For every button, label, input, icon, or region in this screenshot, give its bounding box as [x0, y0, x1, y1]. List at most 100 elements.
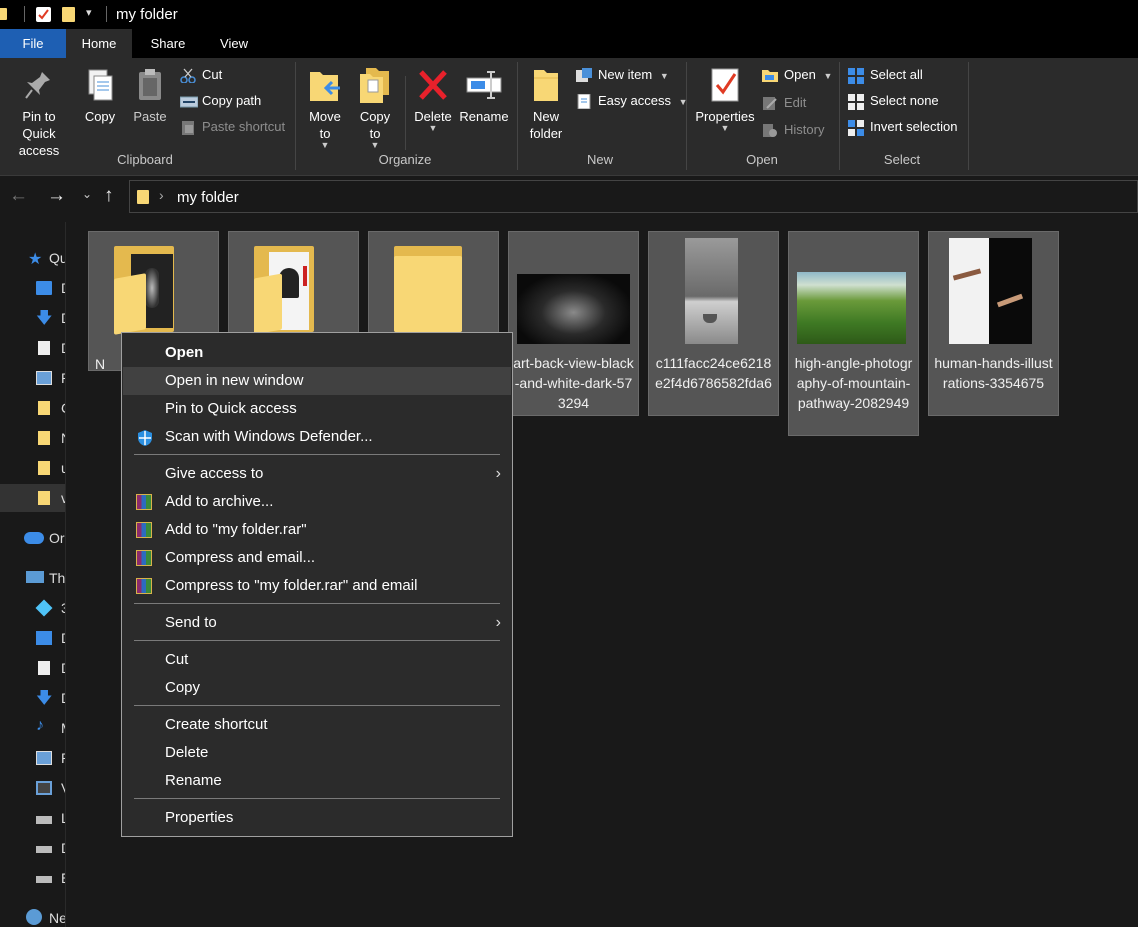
- copy-to-icon: [358, 66, 392, 104]
- tab-home[interactable]: Home: [66, 29, 132, 58]
- sidebar-item-folder[interactable]: N: [0, 424, 65, 452]
- ribbon-tabs: File Home Share View: [0, 29, 1138, 58]
- select-none-icon: [848, 94, 864, 110]
- sidebar-item-desktop[interactable]: D: [0, 274, 65, 302]
- new-folder-quick-icon[interactable]: [62, 7, 75, 22]
- folder-icon: [369, 246, 498, 336]
- sidebar-item-pictures[interactable]: P: [0, 364, 65, 392]
- tab-share[interactable]: Share: [136, 29, 200, 58]
- menu-divider: [134, 640, 500, 641]
- photo-thumbnail: [685, 238, 738, 344]
- copy-to-button[interactable]: Copy to ▼: [354, 66, 396, 150]
- forward-arrow-icon[interactable]: →: [47, 185, 66, 207]
- file-item-image[interactable]: art-back-view-black-and-white-dark-57329…: [508, 231, 639, 416]
- easy-access-button[interactable]: Easy access ▼: [576, 90, 688, 112]
- sidebar-item-network[interactable]: Ne: [0, 904, 65, 927]
- document-icon: [38, 341, 50, 355]
- sidebar-item-downloads[interactable]: 🡇 D: [0, 684, 65, 712]
- move-to-button[interactable]: Move to ▼: [304, 66, 346, 150]
- open-button[interactable]: Open ▼: [762, 64, 832, 86]
- cut-button[interactable]: Cut: [180, 64, 222, 86]
- menu-item-add-to-archive[interactable]: Add to archive...: [123, 488, 511, 516]
- menu-item-compress-rar-and-email[interactable]: Compress to "my folder.rar" and email: [123, 572, 511, 600]
- copy-button[interactable]: Copy: [80, 68, 120, 125]
- menu-item-create-shortcut[interactable]: Create shortcut: [123, 711, 511, 739]
- menu-item-open[interactable]: Open: [123, 339, 511, 367]
- menu-item-rename[interactable]: Rename: [123, 767, 511, 795]
- paste-shortcut-button[interactable]: Paste shortcut: [180, 116, 285, 138]
- sidebar-item-quick-access[interactable]: ★ Qu: [0, 244, 65, 272]
- menu-item-cut[interactable]: Cut: [123, 646, 511, 674]
- menu-item-copy[interactable]: Copy: [123, 674, 511, 702]
- sidebar-item-3d-objects[interactable]: 3: [0, 594, 65, 622]
- music-icon: ♪: [36, 717, 44, 734]
- tab-file[interactable]: File: [0, 29, 66, 58]
- navigation-pane: ★ Qu D 🡇 D D P C N u v Or Thi 3: [0, 222, 66, 927]
- menu-item-pin-to-quick-access[interactable]: Pin to Quick access: [123, 395, 511, 423]
- divider: [405, 76, 406, 150]
- cloud-icon: [24, 532, 44, 544]
- group-label-new: New: [586, 152, 613, 167]
- paste-button[interactable]: Paste: [130, 68, 170, 125]
- copy-path-button[interactable]: Copy path: [179, 90, 261, 112]
- menu-item-open-in-new-window[interactable]: Open in new window: [123, 367, 511, 395]
- title-bar: ▾ my folder: [0, 0, 1138, 29]
- invert-selection-button[interactable]: Invert selection: [848, 116, 957, 138]
- edit-button[interactable]: Edit: [762, 92, 806, 114]
- photo-thumbnail: [517, 274, 630, 344]
- new-folder-button[interactable]: New folder: [524, 66, 568, 142]
- menu-item-send-to[interactable]: Send to ›: [123, 609, 511, 637]
- folder-icon: [38, 401, 50, 415]
- delete-x-icon: [416, 66, 450, 104]
- breadcrumb[interactable]: my folder: [177, 189, 239, 206]
- winrar-icon: [136, 578, 152, 594]
- history-icon: [762, 123, 778, 138]
- menu-item-delete[interactable]: Delete: [123, 739, 511, 767]
- videos-icon: [36, 781, 52, 795]
- sidebar-item-folder[interactable]: C: [0, 394, 65, 422]
- tab-view[interactable]: View: [204, 29, 264, 58]
- sidebar-item-desktop[interactable]: D: [0, 624, 65, 652]
- sidebar-item-folder[interactable]: u: [0, 454, 65, 482]
- select-all-button[interactable]: Select all: [848, 64, 923, 86]
- sidebar-item-folder[interactable]: v: [0, 484, 65, 512]
- sidebar-item-drive[interactable]: D: [0, 834, 65, 862]
- chevron-down-icon: ▼: [428, 123, 438, 133]
- sidebar-item-local-disk[interactable]: L: [0, 804, 65, 832]
- chevron-down-icon: ▼: [823, 71, 833, 81]
- pictures-icon: [36, 751, 52, 765]
- sidebar-item-downloads[interactable]: 🡇 D: [0, 304, 65, 332]
- up-arrow-icon[interactable]: ↑: [104, 185, 114, 207]
- sidebar-item-documents[interactable]: D: [0, 334, 65, 362]
- chevron-right-icon[interactable]: ›: [159, 187, 164, 203]
- sidebar-item-pictures[interactable]: P: [0, 744, 65, 772]
- menu-item-compress-and-email[interactable]: Compress and email...: [123, 544, 511, 572]
- delete-button[interactable]: Delete ▼: [412, 66, 454, 133]
- address-bar[interactable]: › my folder: [129, 180, 1138, 213]
- sidebar-item-videos[interactable]: V: [0, 774, 65, 802]
- rename-button[interactable]: Rename: [458, 66, 510, 125]
- properties-icon: [709, 66, 741, 104]
- file-item-image[interactable]: c111facc24ce6218e2f4d6786582fda6: [648, 231, 779, 416]
- file-item-image[interactable]: human-hands-illustrations-3354675: [928, 231, 1059, 416]
- pin-to-quick-access-button[interactable]: Pin to Quick access: [2, 68, 76, 159]
- sidebar-item-this-pc[interactable]: Thi: [0, 564, 65, 592]
- recent-locations-chevron-icon[interactable]: ⌄: [82, 187, 92, 201]
- properties-button[interactable]: Properties ▼: [692, 66, 758, 133]
- sidebar-item-music[interactable]: ♪ M: [0, 714, 65, 742]
- customize-toolbar-chevron-icon[interactable]: ▾: [86, 6, 92, 19]
- sidebar-item-onedrive[interactable]: Or: [0, 524, 65, 552]
- menu-item-add-to-rar[interactable]: Add to "my folder.rar": [123, 516, 511, 544]
- history-button[interactable]: History: [762, 119, 824, 141]
- sidebar-item-documents[interactable]: D: [0, 654, 65, 682]
- new-folder-icon: [531, 66, 561, 104]
- new-item-button[interactable]: New item ▼: [576, 64, 669, 86]
- file-item-image[interactable]: high-angle-photography-of-mountain-pathw…: [788, 231, 919, 436]
- menu-item-properties[interactable]: Properties: [123, 804, 511, 832]
- select-none-button[interactable]: Select none: [848, 90, 939, 112]
- menu-item-scan-defender[interactable]: Scan with Windows Defender...: [123, 423, 511, 451]
- menu-item-give-access-to[interactable]: Give access to ›: [123, 460, 511, 488]
- sidebar-item-drive[interactable]: E: [0, 864, 65, 892]
- back-arrow-icon[interactable]: ←: [9, 185, 28, 207]
- properties-quick-icon[interactable]: [36, 7, 51, 22]
